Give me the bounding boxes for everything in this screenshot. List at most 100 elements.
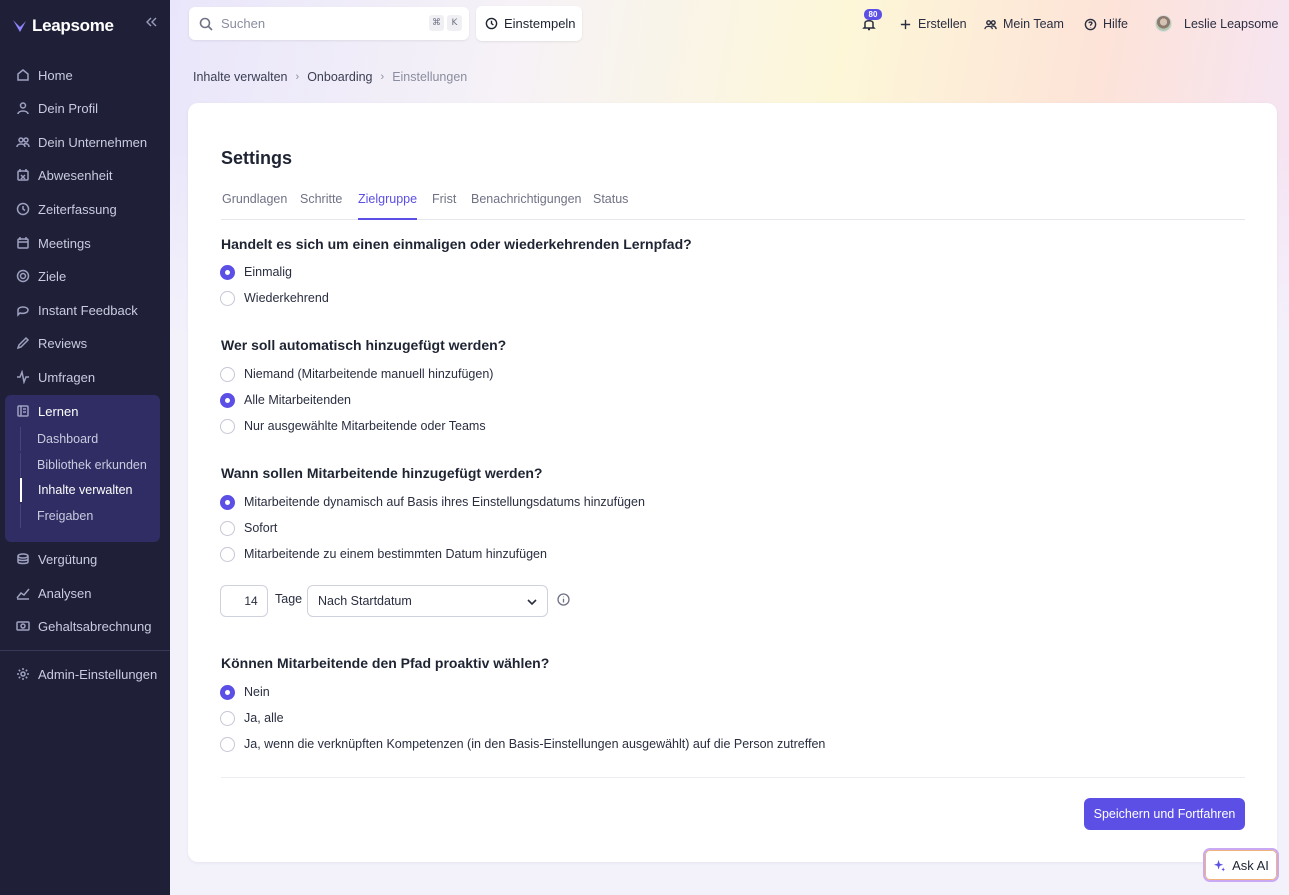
radio-button-selected[interactable] (220, 684, 235, 700)
sidebar-item-reviews[interactable]: Reviews (0, 327, 170, 359)
sidebar-subitem-label: Dashboard (37, 432, 99, 446)
home-icon (16, 68, 30, 82)
radio-option-immediately[interactable]: Sofort (220, 519, 277, 537)
sidebar-subitem-library[interactable]: Bibliothek erkunden (20, 453, 155, 477)
radio-label: Nur ausgewählte Mitarbeitende oder Teams (244, 419, 486, 433)
radio-button-selected[interactable] (220, 264, 235, 280)
coins-icon (16, 552, 30, 566)
radio-option-specific-date[interactable]: Mitarbeitende zu einem bestimmten Datum … (220, 545, 547, 563)
sidebar-subitem-manage-content[interactable]: Inhalte verwalten (20, 478, 155, 502)
create-button[interactable]: Erstellen (899, 14, 967, 34)
footer-divider (221, 777, 1245, 778)
radio-button[interactable] (220, 520, 235, 536)
sidebar-item-admin-settings[interactable]: Admin-Einstellungen (0, 658, 170, 690)
sidebar-item-company[interactable]: Dein Unternehmen (0, 126, 170, 158)
page-title: Settings (221, 148, 293, 168)
sidebar-subitem-label: Inhalte verwalten (38, 483, 133, 497)
settings-tabs: Grundlagen Schritte Zielgruppe Frist Ben… (221, 190, 1245, 220)
sidebar-subitem-approvals[interactable]: Freigaben (20, 504, 155, 528)
radio-button-selected[interactable] (220, 494, 235, 510)
sidebar-item-profile[interactable]: Dein Profil (0, 92, 170, 124)
radio-option-once[interactable]: Einmalig (220, 263, 292, 281)
radio-option-yes-all[interactable]: Ja, alle (220, 709, 284, 727)
sidebar-item-label: Umfragen (38, 369, 96, 385)
radio-option-no[interactable]: Nein (220, 683, 270, 701)
info-icon[interactable] (557, 593, 570, 606)
chart-icon (16, 586, 30, 600)
radio-option-nobody[interactable]: Niemand (Mitarbeitende manuell hinzufüge… (220, 365, 493, 383)
question-when-add: Wann sollen Mitarbeitende hinzugefügt we… (221, 465, 543, 481)
radio-button[interactable] (220, 710, 235, 726)
leapsome-logo[interactable]: Leapsome (12, 14, 114, 38)
sidebar-item-label: Instant Feedback (38, 302, 138, 318)
sidebar-item-label: Analysen (38, 585, 92, 601)
radio-option-selected-teams[interactable]: Nur ausgewählte Mitarbeitende oder Teams (220, 417, 486, 435)
clock-in-button[interactable]: Einstempeln (476, 6, 582, 41)
tab-deadline[interactable]: Frist (432, 192, 456, 220)
sidebar-item-home[interactable]: Home (0, 59, 170, 91)
pulse-icon (16, 370, 30, 384)
collapse-sidebar-icon[interactable] (144, 15, 158, 29)
sidebar-item-meetings[interactable]: Meetings (0, 227, 170, 259)
sidebar-item-payroll[interactable]: Gehaltsabrechnung (0, 610, 170, 642)
relative-to-select[interactable]: Nach Startdatum (307, 585, 548, 617)
clock-in-label: Einstempeln (504, 16, 576, 31)
sidebar-item-absence[interactable]: Abwesenheit (0, 159, 170, 191)
user-menu[interactable]: Leslie Leapsome (1184, 14, 1279, 34)
radio-button[interactable] (220, 290, 235, 306)
radio-option-dynamic[interactable]: Mitarbeitende dynamisch auf Basis ihres … (220, 493, 645, 511)
days-label: Tage (275, 592, 303, 606)
radio-button-selected[interactable] (220, 392, 235, 408)
help-icon (1084, 18, 1097, 30)
save-and-continue-button[interactable]: Speichern und Fortfahren (1084, 798, 1245, 830)
breadcrumb-onboarding[interactable]: Onboarding (307, 70, 372, 84)
sidebar-item-compensation[interactable]: Vergütung (0, 543, 170, 575)
sidebar-divider (0, 650, 170, 651)
radio-button[interactable] (220, 418, 235, 434)
tab-basics[interactable]: Grundlagen (222, 192, 287, 220)
sidebar-item-goals[interactable]: Ziele (0, 260, 170, 292)
user-name: Leslie Leapsome (1184, 17, 1279, 31)
radio-option-yes-competencies[interactable]: Ja, wenn die verknüpften Kompetenzen (in… (220, 735, 825, 753)
radio-button[interactable] (220, 366, 235, 382)
search-input[interactable]: Suchen ⌘ K (189, 7, 469, 40)
gear-icon (16, 667, 30, 681)
sidebar-item-label: Abwesenheit (38, 167, 113, 183)
sidebar-item-learn[interactable]: Lernen (0, 395, 170, 427)
sidebar-item-time-tracking[interactable]: Zeiterfassung (0, 193, 170, 225)
sidebar-item-surveys[interactable]: Umfragen (0, 361, 170, 393)
tab-status[interactable]: Status (593, 192, 628, 220)
brand-name: Leapsome (32, 16, 114, 35)
sidebar-item-label: Dein Unternehmen (38, 134, 148, 150)
radio-label: Wiederkehrend (244, 291, 329, 305)
days-input[interactable]: 14 (220, 585, 268, 617)
my-team-button[interactable]: Mein Team (984, 14, 1064, 34)
sidebar-item-label: Lernen (38, 403, 79, 419)
ask-ai-button[interactable]: Ask AI (1203, 848, 1279, 882)
help-button[interactable]: Hilfe (1084, 14, 1128, 34)
radio-button[interactable] (220, 736, 235, 752)
tab-audience[interactable]: Zielgruppe (358, 192, 418, 220)
radio-option-recurring[interactable]: Wiederkehrend (220, 289, 329, 307)
radio-button[interactable] (220, 546, 235, 562)
sidebar-item-label: Reviews (38, 335, 88, 351)
users-icon (16, 135, 30, 149)
sidebar-item-instant-feedback[interactable]: Instant Feedback (0, 294, 170, 326)
calendar-icon (16, 236, 30, 250)
sidebar-item-label: Admin-Einstellungen (38, 666, 158, 682)
tab-notifications[interactable]: Benachrichtigungen (471, 192, 582, 220)
sidebar-subitem-dashboard[interactable]: Dashboard (20, 427, 155, 451)
question-auto-add: Wer soll automatisch hinzugefügt werden? (221, 337, 507, 353)
radio-option-all-employees[interactable]: Alle Mitarbeitenden (220, 391, 351, 409)
radio-label: Mitarbeitende dynamisch auf Basis ihres … (244, 495, 645, 509)
tab-steps[interactable]: Schritte (300, 192, 342, 220)
sidebar-item-analytics[interactable]: Analysen (0, 577, 170, 609)
leapsome-logo-icon (13, 20, 26, 32)
breadcrumb-manage-content[interactable]: Inhalte verwalten (193, 70, 288, 84)
sidebar-item-label: Gehaltsabrechnung (38, 618, 152, 634)
chevron-right-icon: › (380, 71, 385, 83)
avatar[interactable] (1155, 15, 1172, 32)
question-proactive-choice: Können Mitarbeitende den Pfad proaktiv w… (221, 655, 550, 671)
chevron-right-icon: › (295, 71, 300, 83)
radio-label: Sofort (244, 521, 278, 535)
